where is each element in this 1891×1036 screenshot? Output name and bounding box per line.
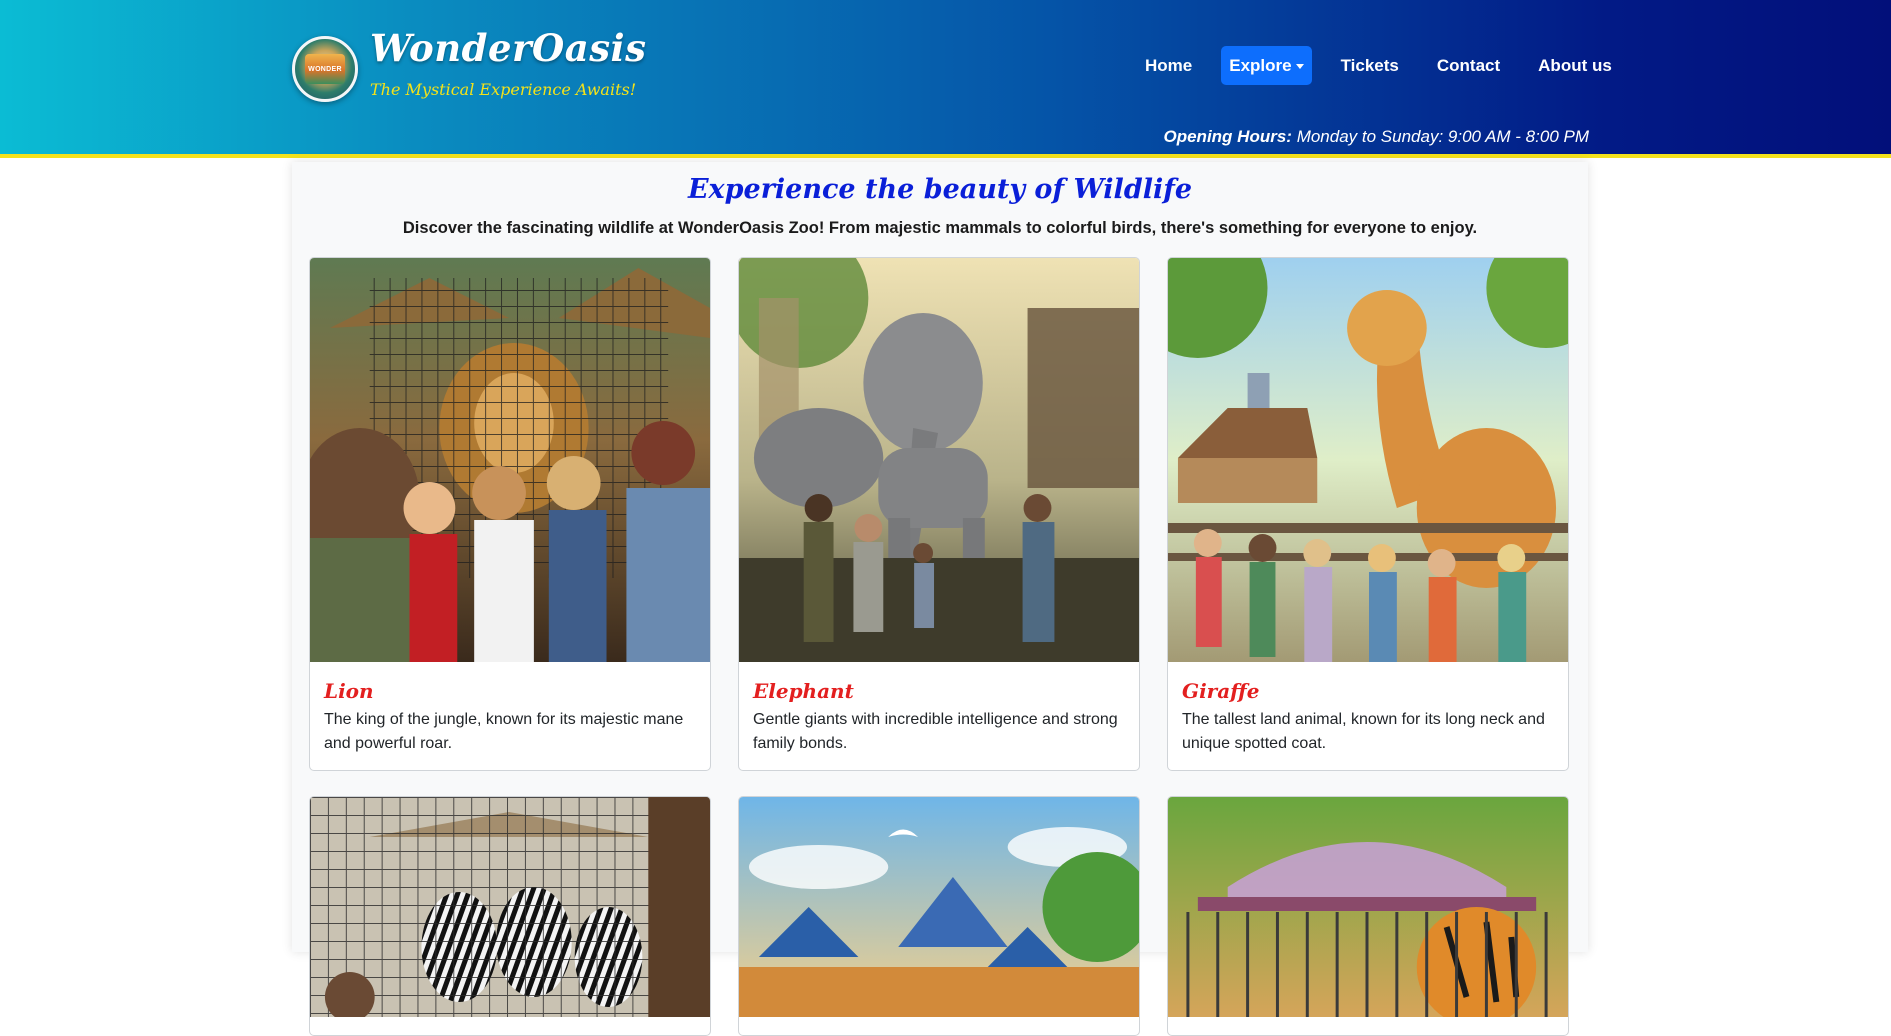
card-body: Lion The king of the jungle, known for i… [310, 662, 710, 770]
brand-tagline: The Mystical Experience Awaits! [370, 80, 637, 99]
section-intro: Discover the fascinating wildlife at Won… [402, 219, 1478, 237]
card-title: Giraffe [1182, 679, 1260, 703]
card-title: Lion [324, 679, 374, 703]
opening-hours-label: Opening Hours: [1163, 127, 1292, 146]
card-text: Gentle giants with incredible intelligen… [753, 711, 1118, 752]
nav-contact[interactable]: Contact [1428, 46, 1509, 85]
site-logo[interactable]: WONDER [292, 36, 358, 102]
animal-card-tiger[interactable] [1167, 796, 1569, 1036]
nav-tickets[interactable]: Tickets [1332, 46, 1408, 85]
brand-title[interactable]: WonderOasis [370, 26, 646, 70]
nav-explore-dropdown[interactable]: Explore [1221, 46, 1312, 85]
opening-hours: Opening Hours: Monday to Sunday: 9:00 AM… [1164, 127, 1590, 147]
giraffe-image [1168, 258, 1568, 662]
nav-explore-label: Explore [1229, 56, 1292, 75]
nav-about-us[interactable]: About us [1529, 46, 1621, 85]
main-nav: Home Explore Tickets Contact About us [1126, 46, 1631, 85]
animal-card-zebra[interactable] [309, 796, 711, 1036]
section-title: Experience the beauty of Wildlife [687, 174, 1193, 205]
tiger-image [1168, 797, 1568, 1017]
card-body: Elephant Gentle giants with incredible i… [739, 662, 1139, 770]
card-title: Elephant [753, 679, 854, 703]
logo-text: WONDER [308, 65, 342, 73]
elephant-image [739, 258, 1139, 662]
lion-image [310, 258, 710, 662]
card-text: The tallest land animal, known for its l… [1182, 711, 1545, 752]
animal-card-bird-temple[interactable] [738, 796, 1140, 1036]
card-text: The king of the jungle, known for its ma… [324, 711, 684, 752]
opening-hours-value: Monday to Sunday: 9:00 AM - 8:00 PM [1296, 127, 1589, 146]
caret-down-icon [1295, 64, 1304, 70]
animal-card-elephant[interactable]: Elephant Gentle giants with incredible i… [738, 257, 1140, 771]
animal-card-giraffe[interactable]: Giraffe The tallest land animal, known f… [1167, 257, 1569, 771]
card-body: Giraffe The tallest land animal, known f… [1168, 662, 1568, 770]
animal-card-lion[interactable]: Lion The king of the jungle, known for i… [309, 257, 711, 771]
logo-emblem: WONDER [305, 54, 345, 84]
wildlife-section: Experience the beauty of Wildlife Discov… [292, 162, 1588, 1036]
nav-home[interactable]: Home [1136, 46, 1201, 85]
site-header: WONDER WonderOasis The Mystical Experien… [0, 0, 1891, 158]
zebra-image [310, 797, 710, 1017]
temple-image [739, 797, 1139, 1017]
